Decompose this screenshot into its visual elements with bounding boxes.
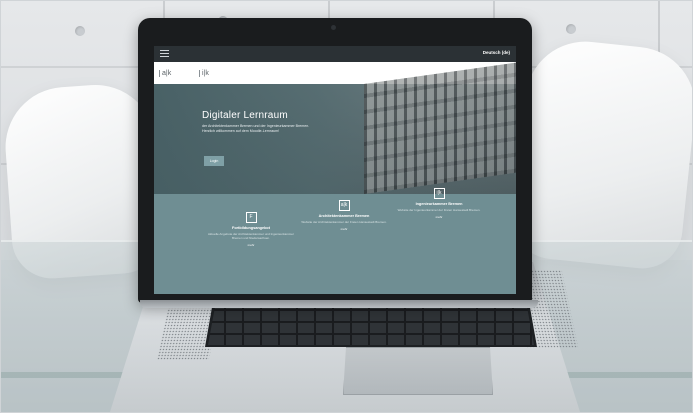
card-more-link[interactable]: mehr bbox=[394, 215, 484, 219]
card-title: Ingenieurkammer Bremen bbox=[415, 202, 463, 206]
language-selector[interactable]: Deutsch (de) bbox=[483, 50, 510, 55]
laptop-screen: Deutsch (de) a|k i|k Digitaler Lernraum … bbox=[154, 46, 516, 294]
wall-bolt bbox=[75, 26, 85, 36]
card-icon: i|k bbox=[433, 188, 445, 199]
hamburger-icon[interactable] bbox=[160, 50, 169, 57]
hero-building-image bbox=[364, 62, 516, 195]
logo-mark: a|k bbox=[159, 69, 171, 77]
card-fortbildung[interactable]: F Fortbildungsangebot Aktuelle Angebote … bbox=[206, 212, 296, 247]
card-text: Website der Ingenieurkammer der Freien H… bbox=[397, 208, 481, 212]
card-icon: F bbox=[245, 212, 257, 223]
trackpad[interactable] bbox=[343, 347, 493, 395]
laptop-lid: Deutsch (de) a|k i|k Digitaler Lernraum … bbox=[138, 18, 532, 303]
card-title: Fortbildungsangebot bbox=[232, 226, 270, 230]
card-text: Website der Architektenkammer der Freien… bbox=[301, 220, 387, 224]
card-more-link[interactable]: mehr bbox=[206, 243, 296, 247]
webcam-icon bbox=[331, 25, 336, 30]
logo-mark: i|k bbox=[199, 69, 209, 77]
card-ingenieurkammer[interactable]: i|k Ingenieurkammer Bremen Website der I… bbox=[394, 188, 484, 219]
feature-cards: F Fortbildungsangebot Aktuelle Angebote … bbox=[154, 188, 516, 294]
login-button[interactable]: Login bbox=[204, 156, 224, 166]
hero-section: Digitaler Lernraum der Architektenkammer… bbox=[154, 62, 516, 195]
card-text: Aktuelle Angebote der Architektenkammer … bbox=[208, 232, 294, 240]
card-more-link[interactable]: mehr bbox=[299, 227, 389, 231]
card-title: Architektenkammer Bremen bbox=[318, 214, 370, 218]
hero-title: Digitaler Lernraum bbox=[202, 110, 288, 121]
site-topbar: Deutsch (de) bbox=[154, 46, 516, 62]
card-icon: a|k bbox=[338, 200, 350, 211]
white-chair-right bbox=[508, 35, 693, 273]
wall-bolt bbox=[566, 24, 576, 34]
card-architektenkammer[interactable]: a|k Architektenkammer Bremen Website der… bbox=[299, 200, 389, 231]
hero-subtitle: der Architektenkammer Bremen und der Ing… bbox=[202, 124, 310, 133]
photo-scene: Deutsch (de) a|k i|k Digitaler Lernraum … bbox=[0, 0, 693, 413]
logo-ingenieurkammer[interactable]: i|k bbox=[199, 66, 245, 80]
laptop-hinge bbox=[140, 300, 538, 308]
